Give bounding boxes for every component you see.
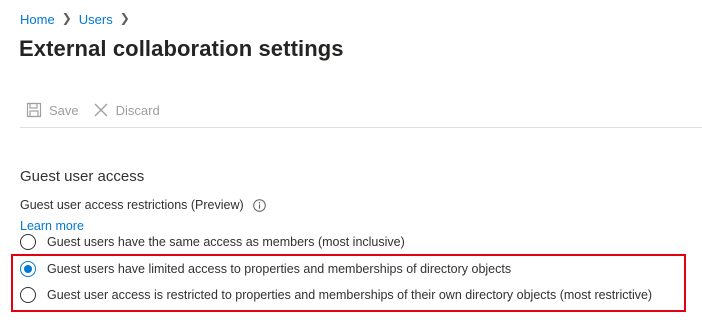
toolbar-divider <box>20 127 702 128</box>
save-icon <box>26 102 42 118</box>
radio-option-label: Guest users have the same access as memb… <box>47 235 405 249</box>
section-title-guest-user-access: Guest user access <box>20 168 145 185</box>
close-icon <box>94 103 108 117</box>
field-label-guest-access-restrictions: Guest user access restrictions (Preview) <box>20 198 266 212</box>
radio-option-same-as-members[interactable]: Guest users have the same access as memb… <box>20 232 405 252</box>
page-title: External collaboration settings <box>19 36 344 61</box>
breadcrumb-home-link[interactable]: Home <box>20 12 55 27</box>
chevron-right-icon: ❯ <box>119 11 130 25</box>
breadcrumb-users-link[interactable]: Users <box>79 12 113 27</box>
radio-button[interactable] <box>20 234 36 250</box>
save-button-label: Save <box>49 102 79 118</box>
command-bar: Save Discard <box>26 98 174 122</box>
highlight-annotation-box <box>11 254 686 312</box>
save-button[interactable]: Save <box>26 102 79 118</box>
field-label-text: Guest user access restrictions (Preview) <box>20 198 244 212</box>
discard-button[interactable]: Discard <box>93 102 160 118</box>
learn-more-link[interactable]: Learn more <box>20 219 84 233</box>
chevron-right-icon: ❯ <box>61 11 72 25</box>
breadcrumb: Home ❯ Users ❯ <box>20 10 137 28</box>
discard-button-label: Discard <box>115 102 160 118</box>
info-icon[interactable] <box>252 198 266 212</box>
